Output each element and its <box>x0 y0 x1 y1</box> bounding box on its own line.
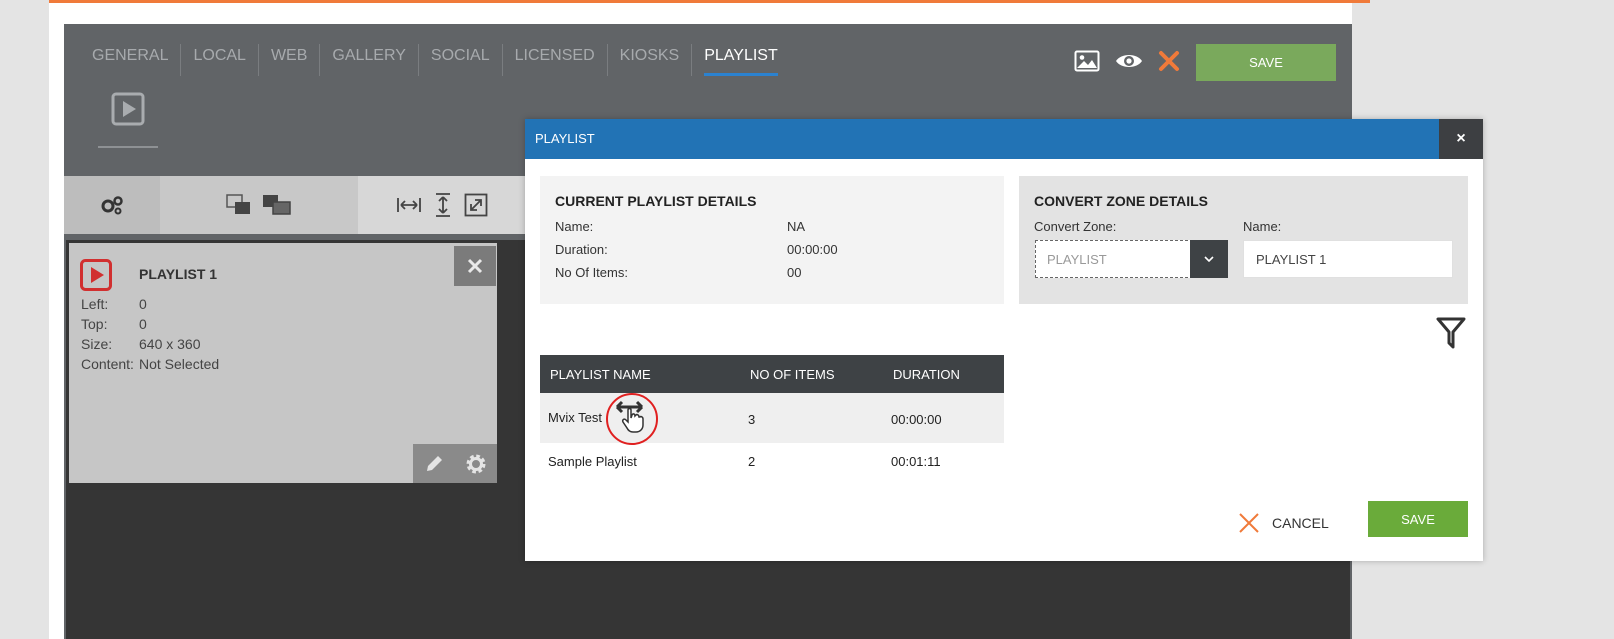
size-tools <box>358 176 530 234</box>
row-name: Sample Playlist <box>548 454 637 469</box>
tab-social[interactable]: SOCIAL <box>417 44 502 76</box>
cancel-label: CANCEL <box>1272 515 1329 531</box>
tab-gallery[interactable]: GALLERY <box>319 44 418 76</box>
top-accent-bar <box>49 0 1370 3</box>
zone-settings-tool[interactable] <box>64 176 160 234</box>
detail-name-label: Name: <box>555 219 594 234</box>
row-duration: 00:01:11 <box>891 454 941 469</box>
cancel-button[interactable]: CANCEL <box>1238 510 1329 536</box>
gear-icon <box>466 454 486 473</box>
image-icon[interactable] <box>1072 46 1102 76</box>
playlist-zone-icon <box>111 92 145 126</box>
content-tabs: GENERAL LOCAL WEB GALLERY SOCIAL LICENSE… <box>80 44 790 76</box>
tab-kiosks[interactable]: KIOSKS <box>606 44 692 76</box>
modal-header <box>525 119 1483 159</box>
zone-name-input[interactable] <box>1243 240 1453 278</box>
save-button[interactable]: SAVE <box>1368 501 1468 537</box>
bring-forward-icon[interactable] <box>226 194 252 216</box>
detail-duration-label: Duration: <box>555 242 608 257</box>
zone-content-label: Content: <box>81 356 134 372</box>
eye-icon[interactable] <box>1114 46 1144 76</box>
close-icon: × <box>1456 130 1466 147</box>
modal-close-button[interactable]: × <box>1439 119 1483 159</box>
detail-items-value: 00 <box>787 265 802 280</box>
tab-web[interactable]: WEB <box>257 44 319 76</box>
zone-remove-button[interactable] <box>454 246 496 286</box>
fit-height-icon[interactable] <box>434 192 452 218</box>
detail-items-label: No Of Items: <box>555 265 628 280</box>
pencil-icon <box>427 455 442 471</box>
detail-duration-value: 00:00:00 <box>787 242 838 257</box>
zone-name-label: Name: <box>1243 219 1282 234</box>
col-playlist-name[interactable]: PLAYLIST NAME <box>550 367 651 382</box>
convert-zone-value: PLAYLIST <box>1047 251 1107 267</box>
close-icon[interactable] <box>1154 46 1184 76</box>
hand-cursor-icon <box>615 400 644 433</box>
convert-zone-label: Convert Zone: <box>1034 219 1117 234</box>
row-duration: 00:00:00 <box>891 412 942 427</box>
tab-playlist-label: PLAYLIST <box>704 44 778 76</box>
zone-content-value: Not Selected <box>139 356 220 372</box>
playlist-zone-icon <box>80 259 112 291</box>
tab-playlist[interactable]: PLAYLIST <box>691 44 790 76</box>
zone-size-value: 640 x 360 <box>139 336 201 352</box>
close-icon <box>467 258 483 274</box>
modal-title: PLAYLIST <box>535 131 595 146</box>
convert-zone-title: CONVERT ZONE DETAILS <box>1034 193 1208 209</box>
current-playlist-title: CURRENT PLAYLIST DETAILS <box>555 193 757 209</box>
chevron-down-icon[interactable] <box>1190 240 1228 278</box>
tab-general[interactable]: GENERAL <box>80 44 180 76</box>
tab-local[interactable]: LOCAL <box>180 44 257 76</box>
gears-icon <box>101 196 123 215</box>
zone-top-value: 0 <box>139 316 147 332</box>
row-items: 2 <box>748 454 756 469</box>
zone-settings-button[interactable] <box>455 444 497 483</box>
top-save-button[interactable]: SAVE <box>1196 44 1336 81</box>
convert-zone-select[interactable]: PLAYLIST <box>1035 240 1228 278</box>
col-no-of-items[interactable]: NO OF ITEMS <box>750 367 835 382</box>
col-duration[interactable]: DURATION <box>893 367 960 382</box>
zone-top-label: Top: <box>81 316 108 332</box>
detail-name-value: NA <box>787 219 806 234</box>
send-backward-icon[interactable] <box>262 194 292 216</box>
fit-width-icon[interactable] <box>396 196 422 214</box>
zone-left-label: Left: <box>81 296 109 312</box>
zone-left-value: 0 <box>139 296 147 312</box>
zone-size-label: Size: <box>81 336 113 352</box>
row-name: Mvix Test <box>548 410 602 425</box>
layer-tools <box>160 176 358 234</box>
zone-edit-button[interactable] <box>413 444 455 483</box>
tab-licensed[interactable]: LICENSED <box>501 44 607 76</box>
zone-title: PLAYLIST 1 <box>139 266 218 282</box>
row-items: 3 <box>748 412 756 427</box>
zone-type-tab[interactable] <box>98 92 158 148</box>
fullscreen-icon[interactable] <box>464 193 488 217</box>
close-icon <box>1239 513 1259 533</box>
filter-icon[interactable] <box>1436 316 1466 350</box>
